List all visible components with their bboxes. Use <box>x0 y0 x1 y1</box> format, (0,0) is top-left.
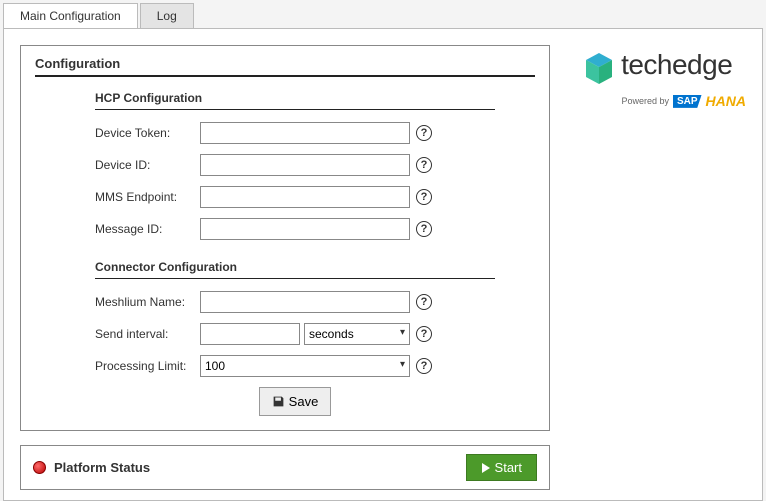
help-icon[interactable]: ? <box>416 221 432 237</box>
powered-by-label: Powered by <box>621 96 669 106</box>
mms-endpoint-label: MMS Endpoint: <box>95 190 200 204</box>
play-icon <box>481 463 491 473</box>
meshlium-name-label: Meshlium Name: <box>95 295 200 309</box>
configuration-title: Configuration <box>35 56 535 77</box>
help-icon[interactable]: ? <box>416 189 432 205</box>
processing-limit-label: Processing Limit: <box>95 359 200 373</box>
save-button[interactable]: Save <box>259 387 332 416</box>
tab-main-configuration[interactable]: Main Configuration <box>3 3 138 28</box>
status-indicator-icon <box>33 461 46 474</box>
send-interval-input[interactable] <box>200 323 300 345</box>
techedge-logo-text: techedge <box>621 49 732 80</box>
device-id-input[interactable] <box>200 154 410 176</box>
help-icon[interactable]: ? <box>416 294 432 310</box>
sap-logo: SAP <box>673 95 702 108</box>
start-button[interactable]: Start <box>466 454 537 481</box>
hcp-heading: HCP Configuration <box>95 91 495 110</box>
mms-endpoint-input[interactable] <box>200 186 410 208</box>
send-interval-label: Send interval: <box>95 327 200 341</box>
help-icon[interactable]: ? <box>416 358 432 374</box>
device-id-label: Device ID: <box>95 158 200 172</box>
configuration-box: Configuration HCP Configuration Device T… <box>20 45 550 431</box>
tab-bar: Main Configuration Log <box>0 0 766 28</box>
main-panel: Configuration HCP Configuration Device T… <box>3 28 763 501</box>
send-interval-unit-select[interactable]: seconds <box>304 323 410 345</box>
hana-logo: HANA <box>706 93 746 109</box>
save-icon <box>272 395 285 408</box>
powered-by: Powered by SAP HANA <box>570 93 746 109</box>
help-icon[interactable]: ? <box>416 125 432 141</box>
techedge-logo-icon <box>584 52 614 89</box>
device-token-label: Device Token: <box>95 126 200 140</box>
start-button-label: Start <box>495 460 522 475</box>
brand-area: techedge Powered by SAP HANA <box>570 45 746 484</box>
connector-heading: Connector Configuration <box>95 260 495 279</box>
help-icon[interactable]: ? <box>416 157 432 173</box>
message-id-label: Message ID: <box>95 222 200 236</box>
processing-limit-select[interactable]: 100 <box>200 355 410 377</box>
help-icon[interactable]: ? <box>416 326 432 342</box>
tab-log[interactable]: Log <box>140 3 194 28</box>
device-token-input[interactable] <box>200 122 410 144</box>
status-label: Platform Status <box>54 460 150 475</box>
meshlium-name-input[interactable] <box>200 291 410 313</box>
message-id-input[interactable] <box>200 218 410 240</box>
status-box: Platform Status Start <box>20 445 550 490</box>
techedge-logo: techedge <box>584 49 733 89</box>
save-button-label: Save <box>289 394 319 409</box>
